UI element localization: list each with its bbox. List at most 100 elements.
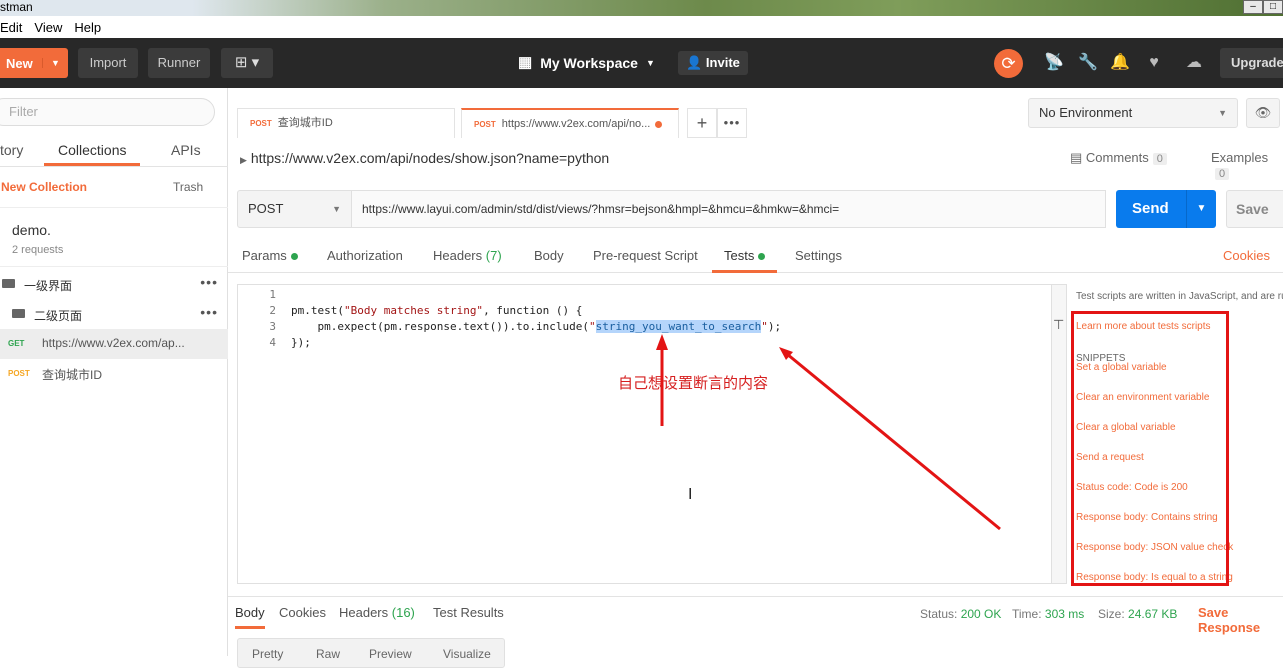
menu-help[interactable]: Help	[74, 20, 107, 35]
status-dot	[758, 253, 766, 261]
minimize-icon[interactable]: –	[1243, 0, 1263, 14]
invite-button[interactable]: 👤 Invite	[678, 51, 748, 75]
cloud-icon[interactable]: ☁	[1184, 52, 1204, 74]
format-preview[interactable]: Preview	[369, 647, 412, 661]
import-button[interactable]: Import	[78, 48, 138, 78]
time-value: 303 ms	[1044, 607, 1085, 621]
line-number: 1	[269, 288, 276, 301]
code-line-4: });	[291, 336, 311, 349]
save-button[interactable]: Save	[1226, 190, 1283, 228]
plus-window-icon: ⊞ ▾	[234, 54, 260, 71]
comments-label: Comments	[1085, 150, 1149, 165]
new-window-button[interactable]: ⊞ ▾	[221, 48, 273, 78]
tab-body[interactable]: Body	[534, 248, 564, 263]
chevron-down-icon[interactable]: ▼	[1186, 190, 1216, 228]
menu-bar: Edit View Help	[0, 16, 1283, 38]
folder-item[interactable]: 一级界面 •••	[0, 269, 228, 299]
examples-button[interactable]: Examples 0	[1211, 150, 1283, 180]
resp-tab-body[interactable]: Body	[235, 605, 265, 629]
tab-params[interactable]: Params	[242, 248, 298, 263]
tab-collections[interactable]: Collections	[44, 142, 141, 166]
method-badge: POST	[474, 120, 496, 129]
save-response-button[interactable]: Save Response	[1198, 605, 1283, 635]
more-tabs-icon[interactable]: •••	[717, 108, 747, 138]
satellite-icon[interactable]: 📡	[1044, 52, 1064, 74]
workspace-selector[interactable]: ▦ My Workspace ▼	[518, 48, 655, 78]
request-item[interactable]: POST 查询城市ID	[0, 359, 228, 389]
resp-tab-headers[interactable]: Headers (16)	[339, 605, 415, 620]
format-visualize[interactable]: Visualize	[443, 647, 491, 661]
upgrade-button[interactable]: Upgrade	[1220, 48, 1283, 78]
window-controls: – □	[1243, 0, 1283, 14]
new-collection-link[interactable]: New Collection	[1, 180, 87, 194]
eye-icon[interactable]: 👁	[1246, 98, 1280, 128]
tab-label: 查询城市ID	[277, 117, 333, 129]
sidebar: Filter tory Collections APIs New Collect…	[0, 88, 228, 656]
request-tab[interactable]: POST 查询城市ID	[237, 108, 455, 138]
window-titlebar: stman – □	[0, 0, 1283, 16]
tab-apis[interactable]: APIs	[171, 142, 201, 158]
collection-item[interactable]: demo. 2 requests	[0, 207, 228, 267]
format-pretty[interactable]: Pretty	[252, 647, 283, 661]
more-icon[interactable]: •••	[200, 274, 218, 290]
tab-settings[interactable]: Settings	[795, 248, 842, 263]
format-raw[interactable]: Raw	[316, 647, 340, 661]
filter-input[interactable]: Filter	[0, 98, 215, 126]
code-token: pm.expect(pm.response.text()).to.include…	[291, 320, 590, 333]
comment-icon: ▤	[1070, 150, 1083, 165]
code-line-3: pm.expect(pm.response.text()).to.include…	[291, 320, 781, 333]
environment-select[interactable]: No Environment ▼	[1028, 98, 1238, 128]
examples-label: Examples	[1211, 150, 1269, 165]
examples-count: 0	[1215, 168, 1230, 180]
folder-item[interactable]: 二级页面 •••	[0, 299, 228, 329]
add-tab-icon[interactable]: +	[687, 108, 717, 138]
comments-button[interactable]: ▤ Comments 0	[1070, 150, 1167, 166]
resp-tab-test-results[interactable]: Test Results	[433, 605, 504, 620]
method-select[interactable]: POST ▼	[237, 190, 352, 228]
more-icon[interactable]: •••	[200, 304, 218, 320]
resp-headers-count: (16)	[391, 605, 415, 620]
status-info: Status: 200 OK	[920, 607, 1001, 621]
sync-icon[interactable]: ⟳	[994, 49, 1023, 78]
collapse-arrow-icon[interactable]: ▶	[240, 155, 247, 165]
code-token: );	[767, 320, 782, 333]
selected-text: string_you_want_to_search	[595, 320, 762, 333]
tab-headers[interactable]: Headers (7)	[433, 248, 502, 263]
resp-tab-cookies[interactable]: Cookies	[279, 605, 326, 620]
tab-tests[interactable]: Tests	[712, 248, 778, 273]
tab-authorization[interactable]: Authorization	[327, 248, 403, 263]
wrench-icon[interactable]: 🔧	[1078, 52, 1098, 74]
code-editor[interactable]: 1 2 3 4 pm.test("Body matches string", f…	[237, 284, 1052, 584]
bell-icon[interactable]: 🔔	[1110, 52, 1130, 74]
user-plus-icon: 👤	[686, 55, 703, 70]
maximize-icon[interactable]: □	[1263, 0, 1283, 14]
heart-icon[interactable]: ♥	[1144, 52, 1164, 74]
runner-button[interactable]: Runner	[148, 48, 210, 78]
request-tab-active[interactable]: POST https://www.v2ex.com/api/no...	[461, 108, 679, 138]
tab-label: https://www.v2ex.com/api/no...	[501, 118, 651, 130]
trash-link[interactable]: Trash	[173, 180, 203, 194]
comments-count: 0	[1152, 153, 1167, 165]
code-line-2: pm.test("Body matches string", function …	[291, 304, 582, 317]
status-dot	[290, 253, 298, 261]
chevron-down-icon[interactable]: ▼	[42, 58, 68, 68]
menu-view[interactable]: View	[34, 20, 68, 35]
tab-history[interactable]: tory	[0, 142, 23, 158]
format-tabs: Pretty Raw Preview Visualize	[237, 638, 505, 668]
cookies-link[interactable]: Cookies	[1223, 248, 1270, 263]
tab-prerequest-script[interactable]: Pre-request Script	[593, 248, 698, 263]
url-input[interactable]: https://www.layui.com/admin/std/dist/vie…	[352, 190, 1106, 228]
line-number: 3	[269, 320, 276, 333]
request-item[interactable]: GET https://www.v2ex.com/ap...	[0, 329, 228, 359]
send-button[interactable]: Send ▼	[1116, 190, 1216, 228]
main-panel: POST 查询城市ID POST https://www.v2ex.com/api/…	[228, 88, 1283, 668]
size-value: 24.67 KB	[1128, 607, 1178, 621]
status-label: Status:	[920, 607, 958, 621]
unsaved-dot	[655, 120, 663, 128]
folder-icon	[2, 279, 15, 288]
menu-edit[interactable]: Edit	[0, 20, 28, 35]
response-bar: Body Cookies Headers (16) Test Results S…	[228, 596, 1283, 635]
annotation-text: 自己想设置断言的内容	[618, 374, 769, 392]
scroll-thumb-icon[interactable]: ⊤	[1053, 318, 1064, 332]
new-button[interactable]: New ▼	[0, 48, 68, 78]
